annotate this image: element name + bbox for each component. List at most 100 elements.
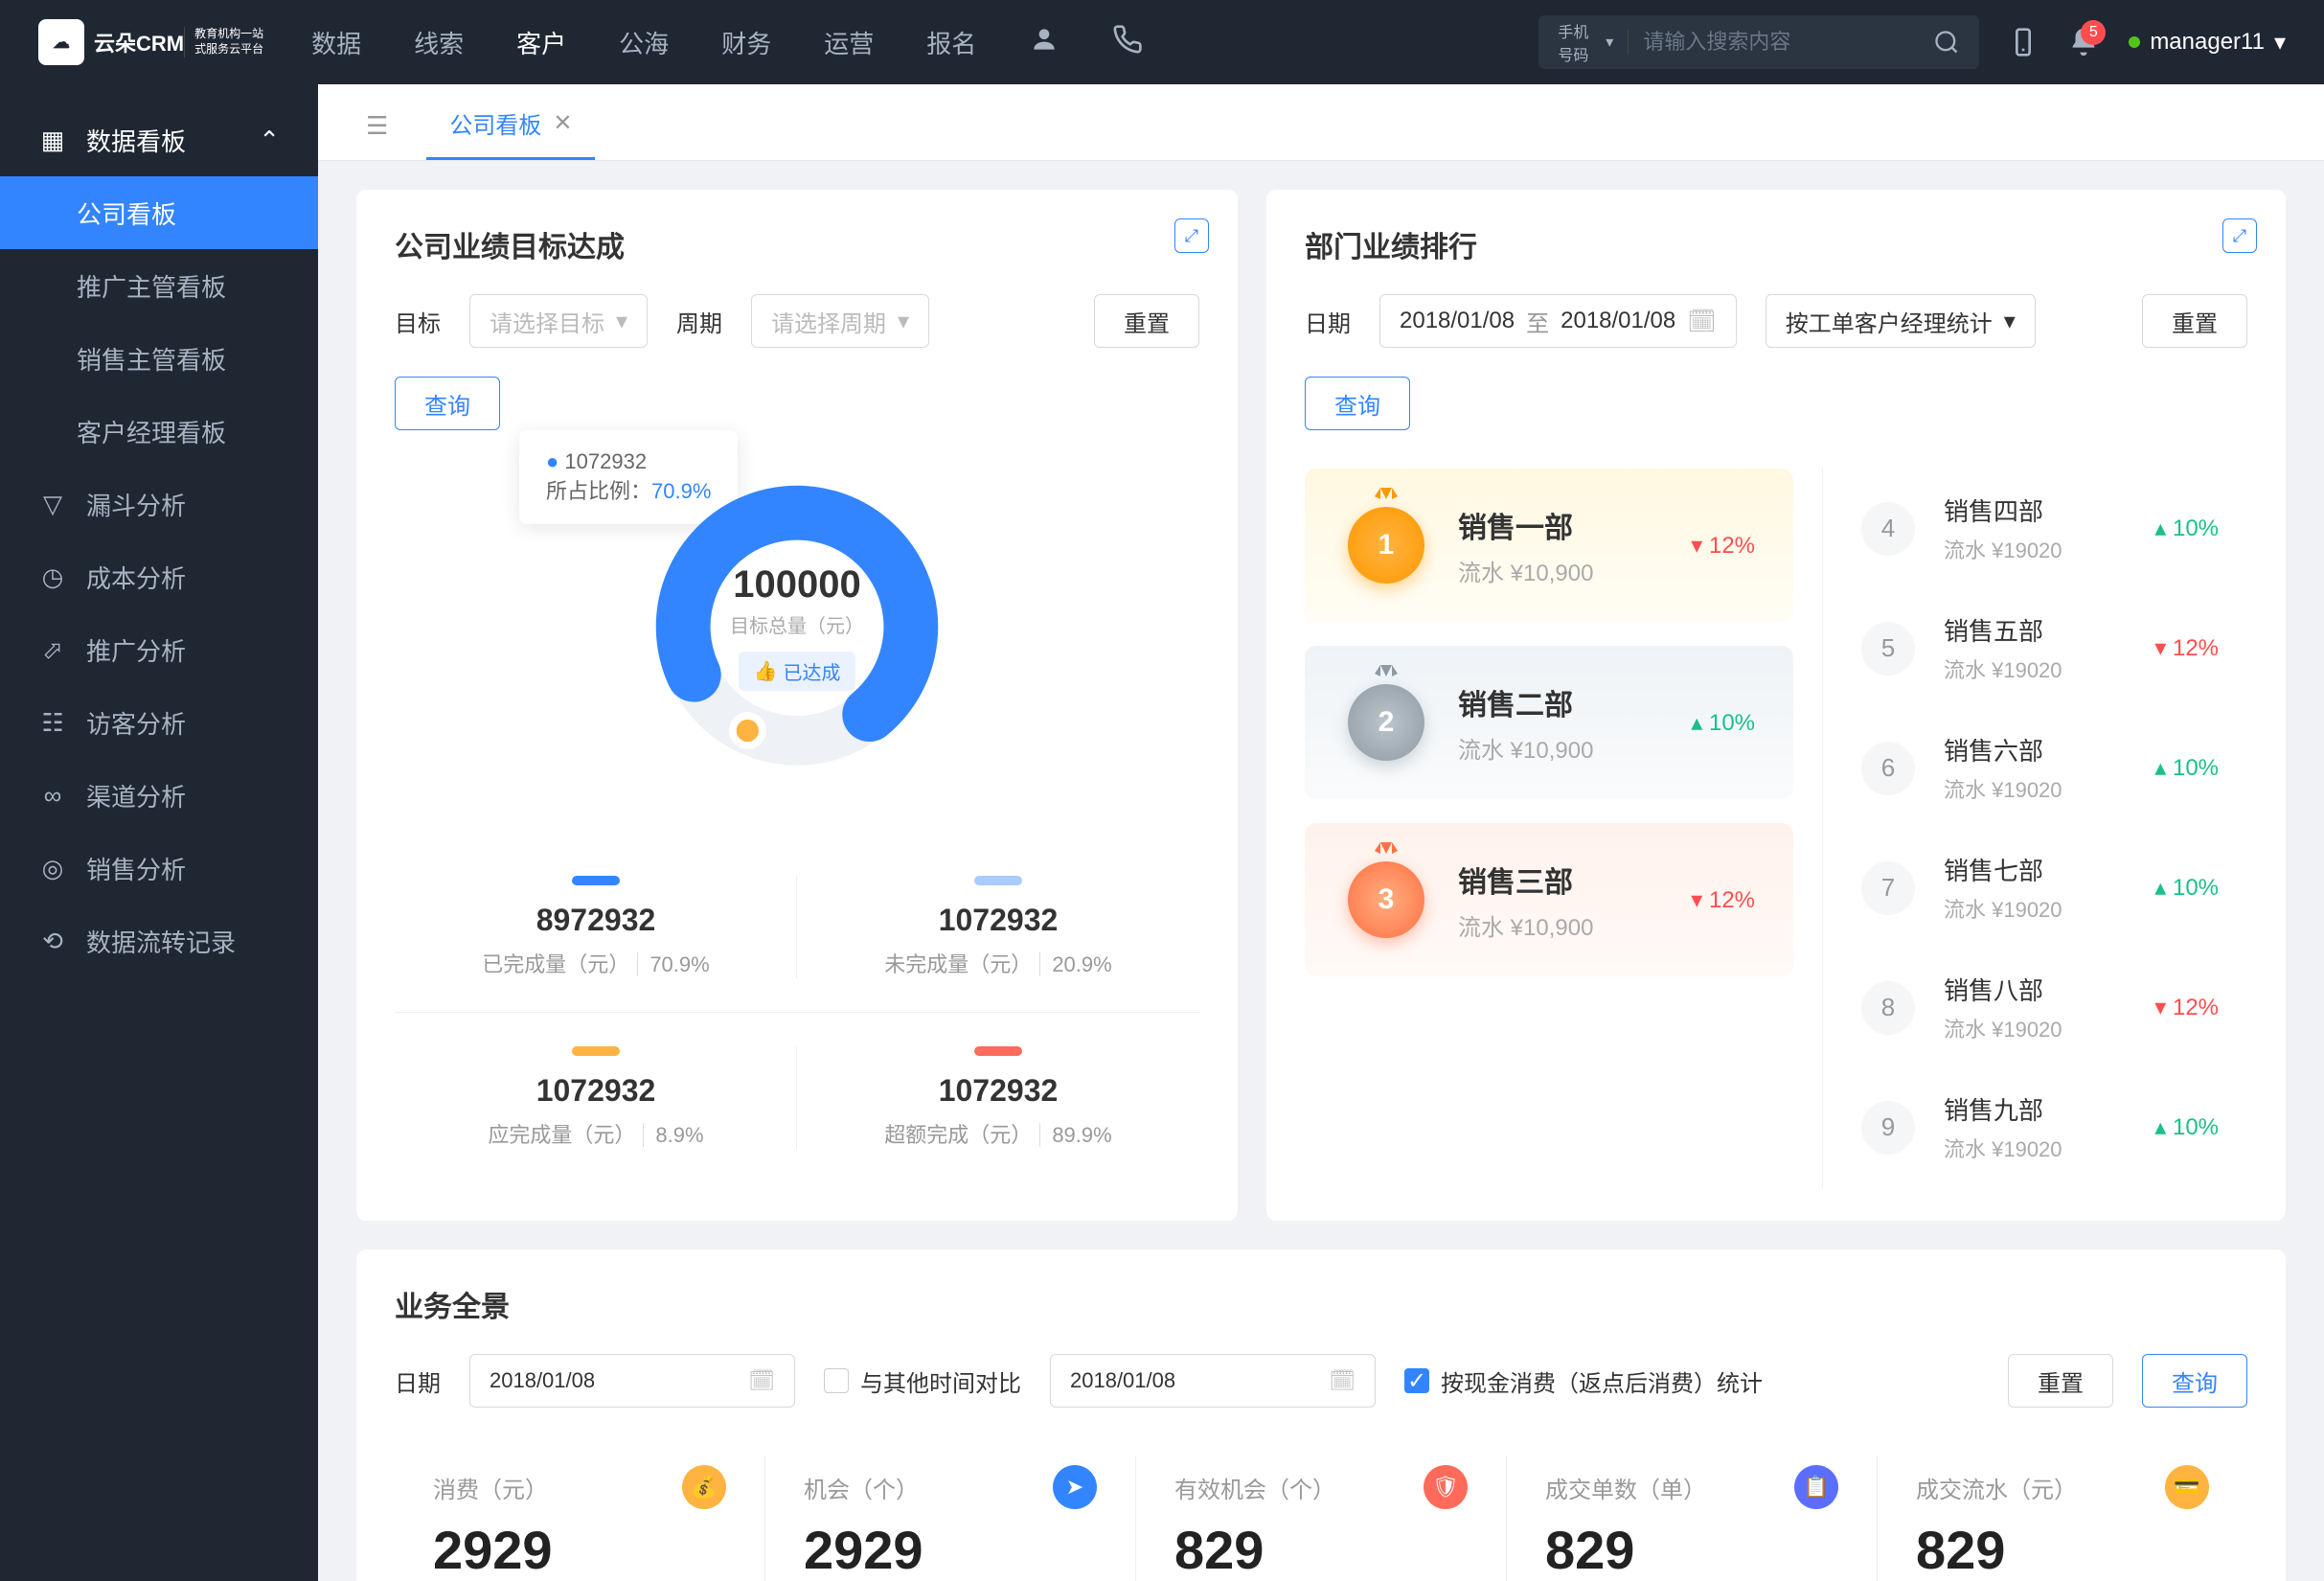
reset-button[interactable]: 重置 [1094,294,1199,348]
donut-chart: 1072932 所占比例：70.9% 100000 目标总量（元 [395,430,1199,794]
nav-customer[interactable]: 客户 [516,25,566,60]
calendar-icon: 🗓 [748,1368,775,1393]
chevron-down-icon: ▾ [898,308,909,335]
target-icon: ◎ [38,854,67,882]
medal-2-icon: 2 [1343,679,1429,766]
phone-icon[interactable] [1112,24,1143,61]
rank-row: 7 销售七部流水 ¥19020 ▴ 10% [1833,828,2247,948]
kpi-value: 2929 [804,1519,1097,1581]
date-range-picker[interactable]: 2018/01/08至2018/01/08🗓 [1379,294,1737,348]
kpi-2: 有效机会（个） 🛡 829 机会有效率：80% ⓘ [1136,1455,1507,1581]
nav-finance[interactable]: 财务 [721,25,771,60]
kpi-4: 成交流水（元） 💳 829 ARPU：¥80 ⓘ [1878,1455,2247,1581]
calendar-icon: 🗓 [1687,308,1716,335]
target-select[interactable]: 请选择目标▾ [469,294,648,348]
sidebar-item-account-mgr[interactable]: 客户经理看板 [0,395,318,468]
sidebar-group-dashboard[interactable]: ▦ 数据看板 ⌃ [0,103,318,176]
kpi-value: 2929 [433,1519,726,1581]
clock-icon: ◷ [38,562,67,591]
nav-register[interactable]: 报名 [926,25,976,60]
kpi-icon: 📋 [1794,1465,1838,1509]
thumbs-up-icon: 👍 [754,659,778,683]
sidebar-item-promo-mgr[interactable]: 推广主管看板 [0,249,318,322]
sidebar-item-funnel[interactable]: ▽漏斗分析 [0,468,318,540]
sidebar-item-sales[interactable]: ◎销售分析 [0,832,318,905]
user-menu[interactable]: manager11 ▾ [2129,29,2286,57]
kpi-label: 成交单数（单） [1545,1471,1706,1504]
sidebar-item-channel[interactable]: ∞渠道分析 [0,759,318,832]
rank-filters: 日期 2018/01/08至2018/01/08🗓 按工单客户经理统计▾ 重置 … [1305,294,2247,430]
sidebar-item-sales-mgr[interactable]: 销售主管看板 [0,322,318,395]
groupby-select[interactable]: 按工单客户经理统计▾ [1766,294,2036,348]
stat-expected: 1072932 应完成量（元）8.9% [395,1013,797,1182]
kpi-value: 829 [1174,1519,1468,1581]
panorama-card: 业务全景 日期 2018/01/08🗓 与其他时间对比 2018/01/08🗓 … [356,1249,2286,1581]
search-input[interactable] [1628,30,1933,55]
search-type-select[interactable]: 手机号码 ▾ [1558,19,1613,65]
delta-indicator: ▾ 12% [1691,886,1755,914]
goal-card: ⤢ 公司业绩目标达成 目标 请选择目标▾ 周期 请选择周期▾ 重置 查询 107… [356,190,1238,1221]
sidebar-item-visitor[interactable]: ☷访客分析 [0,686,318,759]
device-icon[interactable] [2008,27,2039,57]
kpi-icon: ➤ [1053,1465,1097,1509]
logo-icon: ☁ [38,19,84,65]
search-icon[interactable] [1933,29,1960,56]
date-picker-1[interactable]: 2018/01/08🗓 [469,1354,795,1408]
expand-button[interactable]: ⤢ [1174,218,1209,253]
close-icon[interactable]: ✕ [553,109,572,137]
medal-3-icon: 3 [1343,857,1429,943]
rank-number: 8 [1861,981,1915,1035]
content-area: ☰ 公司看板 ✕ ⤢ 公司业绩目标达成 目标 请选择目标▾ 周期 请选择周期▾ [318,84,2324,1581]
donut-label: 目标总量（元） [730,610,864,638]
query-button[interactable]: 查询 [1305,377,1410,430]
username-label: manager11 [2150,29,2265,56]
date-picker-2[interactable]: 2018/01/08🗓 [1050,1354,1376,1408]
rank-card: ⤢ 部门业绩排行 日期 2018/01/08至2018/01/08🗓 按工单客户… [1266,190,2286,1221]
kpi-icon: 💰 [682,1465,726,1509]
collapse-icon[interactable]: ☰ [347,111,407,160]
delta-indicator: ▾ 12% [2154,634,2219,662]
rank-row: 5 销售五部流水 ¥19020 ▾ 12% [1833,588,2247,708]
rank-row: 9 销售九部流水 ¥19020 ▴ 10% [1833,1067,2247,1187]
chevron-up-icon: ⌃ [259,126,280,155]
sidebar-item-cost[interactable]: ◷成本分析 [0,540,318,613]
expand-button[interactable]: ⤢ [2222,218,2257,253]
podium-3: 3 销售三部流水 ¥10,900 ▾ 12% [1305,823,1793,976]
nav-clue[interactable]: 线索 [414,25,464,60]
kpi-0: 消费（元） 💰 2929 [395,1455,765,1581]
nav-public[interactable]: 公海 [619,25,669,60]
channel-icon: ∞ [38,781,67,810]
tab-bar: ☰ 公司看板 ✕ [318,84,2324,161]
reset-button[interactable]: 重置 [2142,294,2247,348]
notification-badge: 5 [2081,20,2106,45]
kpi-label: 消费（元） [433,1471,548,1504]
brand-name: 云朵CRM [94,27,184,57]
podium-1: 1 销售一部流水 ¥10,900 ▾ 12% [1305,469,1793,622]
notification-button[interactable]: 5 [2067,26,2100,58]
compare-checkbox[interactable]: 与其他时间对比 [824,1364,1021,1398]
delta-indicator: ▴ 10% [2154,874,2219,902]
nav-data[interactable]: 数据 [311,25,361,60]
tab-company-board[interactable]: 公司看板 ✕ [426,89,595,160]
period-select[interactable]: 请选择周期▾ [751,294,929,348]
brand-tagline: 教育机构一站式服务云平台 [184,27,263,57]
kpi-label: 有效机会（个） [1174,1471,1335,1504]
reset-button[interactable]: 重置 [2008,1354,2113,1408]
delta-indicator: ▴ 10% [1691,709,1755,737]
sidebar-item-promo[interactable]: ⬀推广分析 [0,613,318,686]
user-icon[interactable] [1029,24,1059,61]
query-button[interactable]: 查询 [2142,1354,2247,1408]
kpi-row: 消费（元） 💰 2929 机会（个） ➤ 2929 机会成本：¥948 ⓘ 有效… [395,1455,2247,1581]
topbar: ☁ 云朵CRM 教育机构一站式服务云平台 数据 线索 客户 公海 财务 运营 报… [0,0,2324,84]
sidebar-item-flow[interactable]: ⟲数据流转记录 [0,905,318,977]
rank-title: 部门业绩排行 [1305,223,2247,265]
chart-icon: ⬀ [38,635,67,664]
kpi-icon: 🛡 [1424,1465,1468,1509]
delta-indicator: ▴ 10% [2154,754,2219,782]
podium-2: 2 销售二部流水 ¥10,900 ▴ 10% [1305,646,1793,799]
cash-checkbox[interactable]: ✓按现金消费（返点后消费）统计 [1404,1364,1763,1398]
nav-ops[interactable]: 运营 [824,25,874,60]
sidebar-item-company[interactable]: 公司看板 [0,176,318,249]
query-button[interactable]: 查询 [395,377,500,430]
stat-uncompleted: 1072932 未完成量（元）20.9% [797,842,1199,1012]
